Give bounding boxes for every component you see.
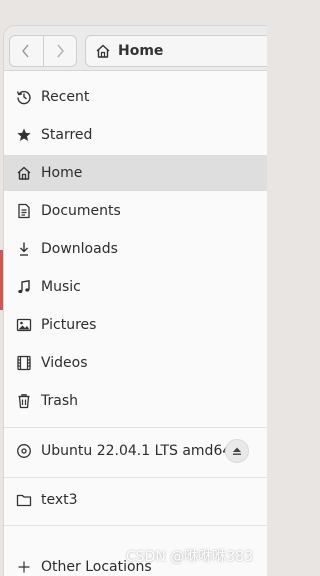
sidebar-item-text3[interactable]: text3 — [4, 482, 267, 518]
sidebar-item-downloads[interactable]: Downloads — [4, 231, 267, 267]
trash-icon — [16, 393, 32, 409]
path-bar[interactable]: Home — [85, 35, 267, 67]
sidebar-item-label: Music — [41, 279, 81, 295]
file-manager-window: Home Recent Starred Home Documents Downl… — [3, 25, 267, 576]
sidebar-item-label: Recent — [41, 89, 90, 105]
sidebar-item-music[interactable]: Music — [4, 269, 267, 305]
document-icon — [16, 203, 32, 219]
sidebar-item-label: Ubuntu 22.04.1 LTS amd64 — [41, 443, 232, 459]
navigation-buttons — [9, 35, 77, 67]
chevron-right-icon — [57, 44, 64, 58]
sidebar-item-videos[interactable]: Videos — [4, 345, 267, 381]
sidebar-item-label: Trash — [41, 393, 78, 409]
forward-button[interactable] — [42, 36, 77, 66]
download-icon — [16, 241, 32, 257]
clock-icon — [16, 89, 32, 105]
sidebar-item-recent[interactable]: Recent — [4, 79, 267, 115]
star-icon — [16, 127, 32, 143]
sidebar-separator — [4, 477, 267, 478]
back-button[interactable] — [10, 36, 43, 66]
sidebar-item-label: Downloads — [41, 241, 118, 257]
watermark: CSDN @咻咻咻383 — [125, 549, 253, 565]
chevron-left-icon — [22, 44, 29, 58]
sidebar-item-label: Videos — [41, 355, 88, 371]
sidebar-item-starred[interactable]: Starred — [4, 117, 267, 153]
sidebar-item-documents[interactable]: Documents — [4, 193, 267, 229]
eject-icon — [233, 447, 241, 455]
sidebar-item-label: Pictures — [41, 317, 97, 333]
sidebar-separator — [4, 525, 267, 526]
film-icon — [16, 355, 32, 371]
folder-icon — [16, 492, 32, 508]
sidebar-item-pictures[interactable]: Pictures — [4, 307, 267, 343]
sidebar-item-label: Home — [41, 165, 83, 181]
home-icon — [16, 165, 32, 181]
path-bar-label: Home — [118, 43, 164, 59]
sidebar-item-label: Documents — [41, 203, 121, 219]
sidebar: Recent Starred Home Documents Downloads — [4, 71, 267, 576]
sidebar-item-home[interactable]: Home — [4, 155, 267, 191]
sidebar-item-label: text3 — [41, 492, 78, 508]
sidebar-item-trash[interactable]: Trash — [4, 383, 267, 419]
disc-icon — [16, 443, 32, 459]
picture-icon — [16, 317, 32, 333]
sidebar-separator — [4, 427, 267, 428]
sidebar-item-ubuntu-volume[interactable]: Ubuntu 22.04.1 LTS amd64 — [4, 433, 267, 469]
sidebar-item-label: Starred — [41, 127, 93, 143]
plus-icon — [16, 559, 32, 575]
headerbar: Home — [4, 26, 267, 71]
music-icon — [16, 279, 32, 295]
eject-button[interactable] — [225, 439, 249, 463]
home-icon — [95, 43, 111, 59]
